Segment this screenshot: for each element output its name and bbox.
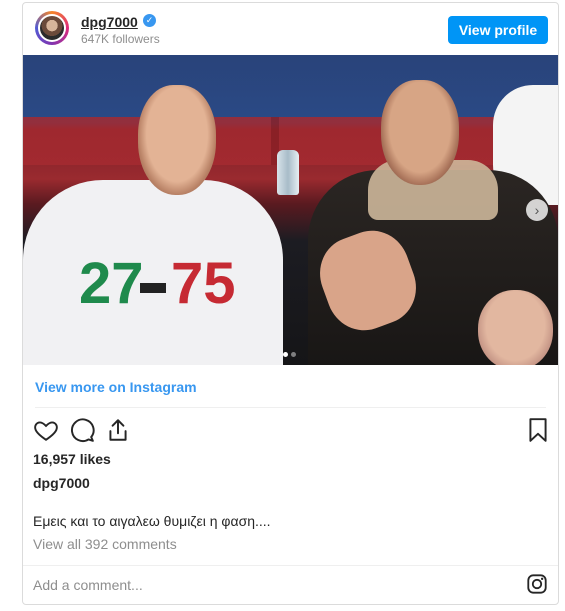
share-icon[interactable]	[105, 417, 131, 443]
verified-badge-icon: ✓	[143, 14, 156, 27]
view-comments-link[interactable]: View all 392 comments	[33, 536, 177, 552]
followers-count: 647K followers	[81, 32, 160, 46]
action-bar	[33, 417, 548, 445]
carousel-dot-active	[283, 352, 288, 357]
shirt-number-right: 75	[171, 251, 236, 316]
carousel-dot	[291, 352, 296, 357]
post-photo[interactable]: 27 75 ›	[23, 55, 558, 365]
carousel-dots	[283, 344, 299, 362]
shirt-number-left: 27	[79, 251, 144, 316]
view-more-link[interactable]: View more on Instagram	[35, 379, 197, 395]
avatar[interactable]	[35, 11, 69, 45]
instagram-embed-card: dpg7000 ✓ 647K followers View profile 27…	[22, 2, 559, 605]
carousel-next-button[interactable]: ›	[526, 199, 548, 221]
add-comment-input[interactable]: Add a comment...	[33, 577, 143, 593]
post-caption: Εμεις και το αιγαλεω θυμιζει η φαση....	[33, 513, 271, 529]
water-bottle	[277, 150, 299, 195]
divider	[35, 407, 546, 408]
divider	[23, 565, 558, 566]
bookmark-icon[interactable]	[525, 417, 551, 443]
username-link[interactable]: dpg7000	[81, 14, 138, 30]
likes-count[interactable]: 16,957 likes	[33, 451, 111, 467]
heart-icon[interactable]	[33, 417, 59, 443]
comment-icon[interactable]	[69, 417, 95, 443]
instagram-icon[interactable]	[526, 573, 548, 595]
post-header: dpg7000 ✓ 647K followers View profile	[23, 3, 558, 55]
view-profile-button[interactable]: View profile	[448, 16, 548, 44]
owner-username[interactable]: dpg7000	[33, 475, 90, 491]
